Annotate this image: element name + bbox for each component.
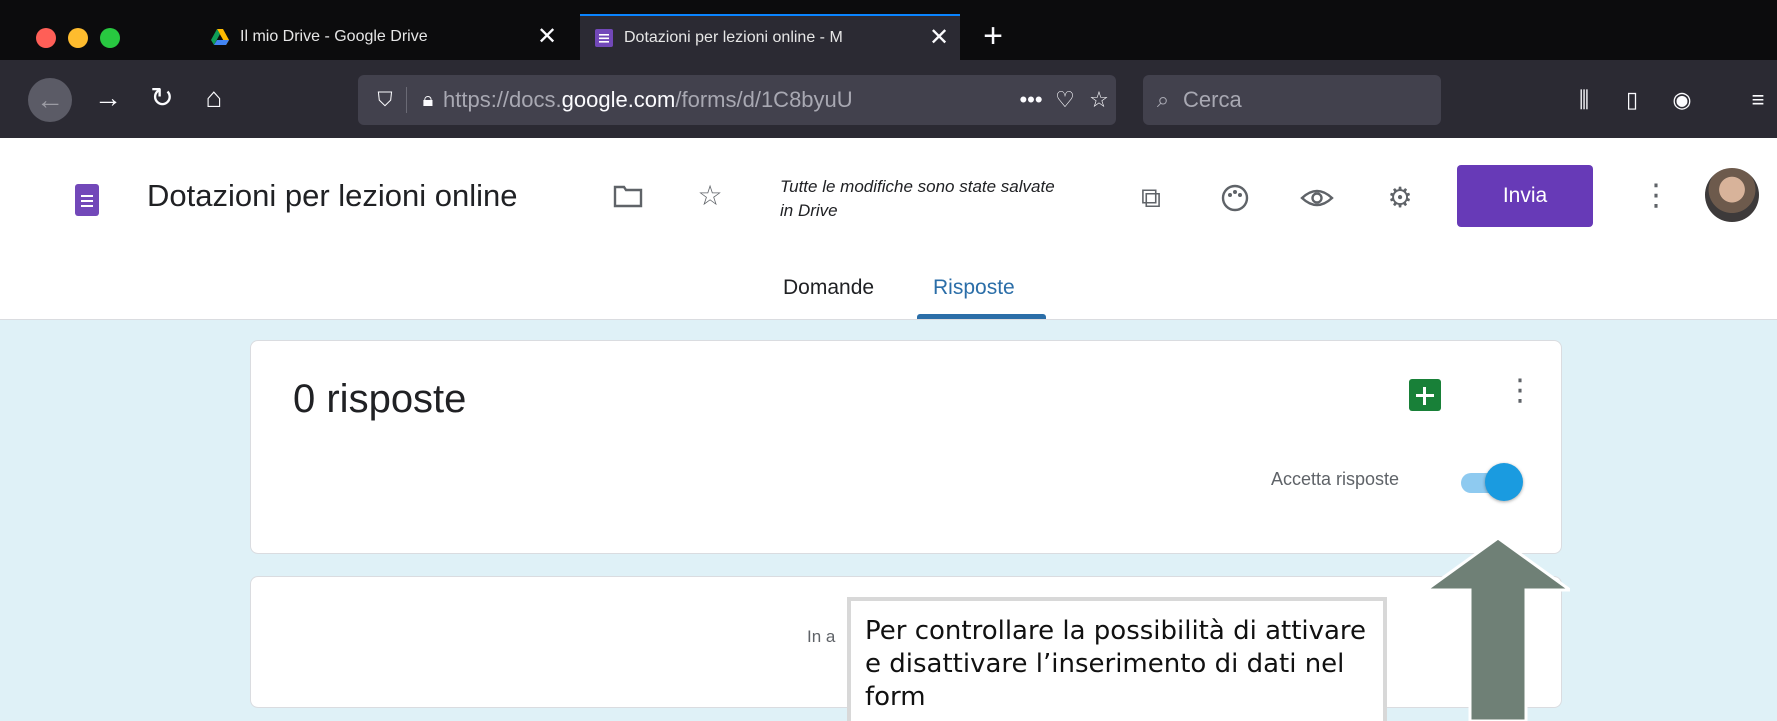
- more-actions-icon[interactable]: •••: [1014, 87, 1048, 113]
- tab-responses[interactable]: Risposte: [933, 276, 1015, 300]
- send-button[interactable]: Invia: [1457, 165, 1593, 227]
- active-tab-indicator: [917, 314, 1046, 319]
- back-arrow-icon[interactable]: ←: [28, 78, 72, 122]
- palette-icon[interactable]: [1215, 178, 1255, 218]
- google-drive-icon: [211, 29, 229, 45]
- toggle-knob: [1485, 463, 1523, 501]
- lock-icon[interactable]: 🔒︎: [413, 89, 443, 112]
- response-count: 0 risposte: [293, 377, 467, 421]
- accept-responses-toggle[interactable]: [1457, 463, 1523, 501]
- browser-tab-drive[interactable]: Il mio Drive - Google Drive ✕: [196, 14, 568, 60]
- search-input[interactable]: ⌕ Cerca: [1143, 75, 1441, 125]
- addon-puzzle-icon[interactable]: ⧉: [1131, 178, 1171, 218]
- browser-tab-bar: Il mio Drive - Google Drive ✕ Dotazioni …: [0, 0, 1777, 60]
- tab-questions[interactable]: Domande: [783, 276, 874, 300]
- close-icon[interactable]: ✕: [924, 23, 954, 53]
- new-tab-button[interactable]: +: [976, 19, 1010, 54]
- google-forms-icon[interactable]: [75, 184, 99, 216]
- search-placeholder: Cerca: [1183, 87, 1242, 112]
- library-icon[interactable]: ⫼: [1566, 82, 1602, 118]
- folder-icon[interactable]: [608, 176, 648, 216]
- forward-arrow-icon[interactable]: →: [88, 78, 128, 118]
- responses-summary-card: 0 risposte ⋮ Accetta risposte: [250, 340, 1562, 554]
- shield-icon[interactable]: ⛉: [370, 89, 400, 112]
- account-icon[interactable]: ◉: [1664, 82, 1700, 118]
- tab-title: Il mio Drive - Google Drive: [240, 28, 428, 45]
- window-close-button[interactable]: [36, 28, 56, 48]
- save-status: Tutte le modifiche sono state salvate in…: [780, 177, 1055, 220]
- window-minimize-button[interactable]: [68, 28, 88, 48]
- url-domain: google.com: [561, 87, 676, 112]
- google-forms-icon: [595, 29, 613, 47]
- annotation-callout: Per controllare la possibilità di attiva…: [847, 597, 1387, 721]
- more-options-icon[interactable]: ⋮: [1641, 176, 1671, 216]
- avatar[interactable]: [1705, 168, 1759, 222]
- url-prefix: https://docs.: [443, 87, 562, 112]
- google-sheets-icon[interactable]: [1409, 379, 1441, 411]
- forms-header: Dotazioni per lezioni online ☆ Tutte le …: [0, 138, 1777, 320]
- url-suffix: /forms/d/1C8byuU: [675, 87, 853, 112]
- star-icon[interactable]: ☆: [690, 176, 730, 216]
- url-text[interactable]: https://docs.google.com/forms/d/1C8byuU: [443, 87, 1014, 113]
- tab-title: Dotazioni per lezioni online - M: [624, 29, 843, 46]
- url-divider: [406, 87, 407, 113]
- waiting-text: In a: [807, 627, 836, 646]
- eye-preview-icon[interactable]: [1297, 178, 1337, 218]
- up-arrow-icon: [1426, 538, 1570, 721]
- window-zoom-button[interactable]: [100, 28, 120, 48]
- close-icon[interactable]: ✕: [532, 22, 562, 52]
- browser-nav-bar: ← → ↻ ⌂ ⛉ 🔒︎ https://docs.google.com/for…: [0, 60, 1777, 138]
- more-options-icon[interactable]: ⋮: [1505, 371, 1535, 411]
- form-title[interactable]: Dotazioni per lezioni online: [147, 178, 518, 214]
- settings-gear-icon[interactable]: ⚙: [1380, 178, 1420, 218]
- menu-icon[interactable]: ≡: [1740, 82, 1776, 118]
- reload-icon[interactable]: ↻: [142, 78, 182, 118]
- search-icon: ⌕: [1156, 87, 1170, 112]
- url-bar[interactable]: ⛉ 🔒︎ https://docs.google.com/forms/d/1C8…: [358, 75, 1116, 125]
- bookmark-star-icon[interactable]: ☆: [1082, 87, 1116, 113]
- browser-tab-forms[interactable]: Dotazioni per lezioni online - M ✕: [580, 14, 960, 60]
- pocket-icon[interactable]: ♡: [1048, 87, 1082, 113]
- home-icon[interactable]: ⌂: [194, 78, 234, 118]
- sidebar-icon[interactable]: ▯: [1614, 82, 1650, 118]
- accept-responses-label: Accetta risposte: [1271, 469, 1400, 489]
